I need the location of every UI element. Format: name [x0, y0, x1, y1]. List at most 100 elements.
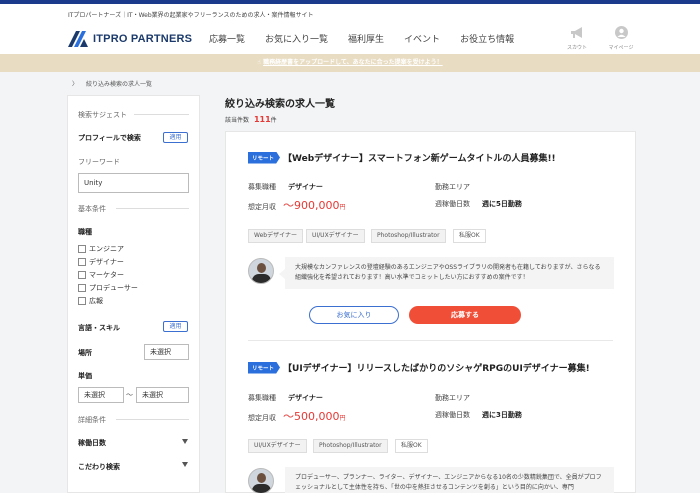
job-area: 勤務エリア [435, 182, 482, 192]
location-label: 場所 [78, 349, 92, 357]
job-title-row[interactable]: リモート 【Webデザイナー】スマートフォン新ゲームタイトルの人員募集!! [248, 151, 556, 164]
days-label: 週稼働日数 [435, 200, 470, 208]
job-description: 大規模なカンファレンスの登壇経験のあるエンジニアやOSSライブラリの開発者も在籍… [279, 257, 614, 289]
breadcrumb: 〉 絞り込み検索の求人一覧 [72, 79, 152, 88]
checkbox-engineer[interactable]: エンジニア [78, 244, 124, 254]
freeword-heading: フリーワード [78, 158, 120, 166]
hand-pointer-icon: ☝ [257, 59, 262, 66]
salary-value: 〜500,000 [283, 410, 340, 423]
breadcrumb-separator: 〉 [72, 81, 79, 88]
chevron-down-icon[interactable] [182, 462, 188, 467]
work-days-label[interactable]: 稼働日数 [78, 438, 106, 448]
logo-mark-icon [68, 31, 88, 47]
role-value: デザイナー [288, 394, 323, 402]
salary-unit: 円 [339, 204, 346, 211]
divider [116, 208, 189, 209]
job-salary: 想定月収 〜900,000円 [248, 197, 346, 213]
logo-text: ITPRO PARTNERS [93, 33, 193, 45]
location-select[interactable]: 未選択 [144, 344, 189, 360]
remote-badge: リモート [248, 151, 281, 164]
salary-label: 想定月収 [248, 414, 276, 422]
job-title-row[interactable]: リモート 【UIデザイナー】リリースしたばかりのソシャゲRPGのUIデザイナー募… [248, 361, 590, 374]
particular-search-label[interactable]: こだわり検索 [78, 462, 120, 472]
banner-link[interactable]: 職務経歴書をアップロードして、あなたに合った提案を受けよう！ [263, 59, 443, 66]
chevron-down-icon[interactable] [182, 439, 188, 444]
job-tag: Webデザイナー [248, 229, 303, 243]
apply-button[interactable]: 応募する [409, 306, 521, 324]
checkbox-icon[interactable] [78, 245, 86, 253]
price-range-separator: 〜 [126, 391, 133, 399]
salary-unit: 円 [339, 415, 346, 422]
site-logo[interactable]: ITPRO PARTNERS [68, 31, 192, 47]
price-max-select[interactable]: 未選択 [136, 387, 189, 403]
job-type-label: 職種 [78, 228, 92, 236]
job-title[interactable]: 【UIデザイナー】リリースしたばかりのソシャゲRPGのUIデザイナー募集! [283, 361, 590, 374]
role-label: 募集職種 [248, 183, 276, 191]
nav-useful-info[interactable]: お役立ち情報 [460, 32, 514, 45]
job-salary: 想定月収 〜500,000円 [248, 408, 346, 424]
salary-value: 〜900,000 [283, 199, 340, 212]
megaphone-icon [571, 27, 582, 38]
nav-events[interactable]: イベント [404, 32, 440, 45]
favorite-button[interactable]: お気に入り [309, 306, 399, 324]
checkbox-icon[interactable] [78, 258, 86, 266]
job-tag: UI/UXデザイナー [248, 439, 307, 453]
job-description: プロデューサー、プランナー、ライター、デザイナー、エンジニアからなる10名の少数… [285, 467, 614, 493]
nav-favorites[interactable]: お気に入り一覧 [265, 32, 328, 45]
job-area: 勤務エリア [435, 393, 482, 403]
site-header: ITプロパートナーズ｜IT・Web業界の起業家やフリーランスのための求人・案件情… [0, 4, 700, 54]
profile-search-label: プロフィールで検索 [78, 134, 141, 142]
freeword-input[interactable]: Unity [78, 173, 189, 193]
checkbox-icon[interactable] [78, 297, 86, 305]
remote-badge: リモート [248, 361, 281, 374]
scout-button[interactable]: スカウト [562, 24, 592, 51]
checkbox-producer[interactable]: プロデューサー [78, 283, 138, 293]
checkbox-icon[interactable] [78, 271, 86, 279]
job-divider [248, 340, 613, 341]
checkbox-designer[interactable]: デザイナー [78, 257, 124, 267]
nav-applications[interactable]: 応募一覧 [209, 32, 245, 45]
job-tag: Photoshop/Illustrator [313, 439, 388, 453]
days-label: 週稼働日数 [435, 411, 470, 419]
divider [116, 419, 189, 420]
job-days: 週稼働日数 週に5日勤務 [435, 199, 522, 209]
checkbox-marketer[interactable]: マーケター [78, 270, 124, 280]
main-nav: 応募一覧 お気に入り一覧 福利厚生 イベント お役立ち情報 [209, 32, 534, 45]
nav-benefits[interactable]: 福利厚生 [348, 32, 384, 45]
language-skill-label: 言語・スキル [78, 324, 120, 332]
count-suffix: 件 [270, 117, 277, 124]
divider [134, 114, 189, 115]
recruiter-avatar [248, 468, 274, 493]
job-role: 募集職種 デザイナー [248, 393, 323, 403]
breadcrumb-current: 絞り込み検索の求人一覧 [85, 81, 152, 88]
language-skill-apply-button[interactable]: 適用 [163, 321, 188, 332]
unit-price-label: 単価 [78, 372, 92, 380]
job-tag: UI/UXデザイナー [306, 229, 365, 243]
recruiter-avatar [248, 258, 274, 284]
job-list-card: リモート 【Webデザイナー】スマートフォン新ゲームタイトルの人員募集!! 募集… [225, 131, 636, 493]
mypage-button[interactable]: マイページ [606, 24, 636, 51]
profile-search-apply-button[interactable]: 適用 [163, 132, 188, 143]
role-label: 募集職種 [248, 394, 276, 402]
count-value: 111 [253, 115, 271, 124]
search-suggest-heading: 検索サジェスト [78, 111, 127, 119]
job-days: 週稼働日数 週に3日勤務 [435, 410, 522, 420]
user-icon [614, 26, 628, 39]
result-count: 該当件数 111件 [225, 115, 277, 124]
job-tag: 私服OK [453, 229, 486, 243]
job-title[interactable]: 【Webデザイナー】スマートフォン新ゲームタイトルの人員募集!! [283, 151, 556, 164]
days-value: 週に5日勤務 [482, 200, 522, 208]
count-prefix: 該当件数 [225, 117, 250, 124]
checkbox-pr[interactable]: 広報 [78, 296, 103, 306]
price-min-select[interactable]: 未選択 [78, 387, 124, 403]
salary-label: 想定月収 [248, 203, 276, 211]
scout-label: スカウト [566, 45, 587, 51]
basic-conditions-heading: 基本条件 [78, 205, 106, 213]
upload-banner[interactable]: ☝ 職務経歴書をアップロードして、あなたに合った提案を受けよう！ [0, 54, 700, 72]
checkbox-icon[interactable] [78, 284, 86, 292]
area-label: 勤務エリア [435, 394, 470, 402]
site-tagline: ITプロパートナーズ｜IT・Web業界の起業家やフリーランスのための求人・案件情… [68, 12, 314, 19]
search-sidebar: 検索サジェスト プロフィールで検索 適用 フリーワード Unity 基本条件 職… [67, 95, 200, 493]
job-tag: 私服OK [395, 439, 428, 453]
page-title: 絞り込み検索の求人一覧 [225, 99, 335, 110]
